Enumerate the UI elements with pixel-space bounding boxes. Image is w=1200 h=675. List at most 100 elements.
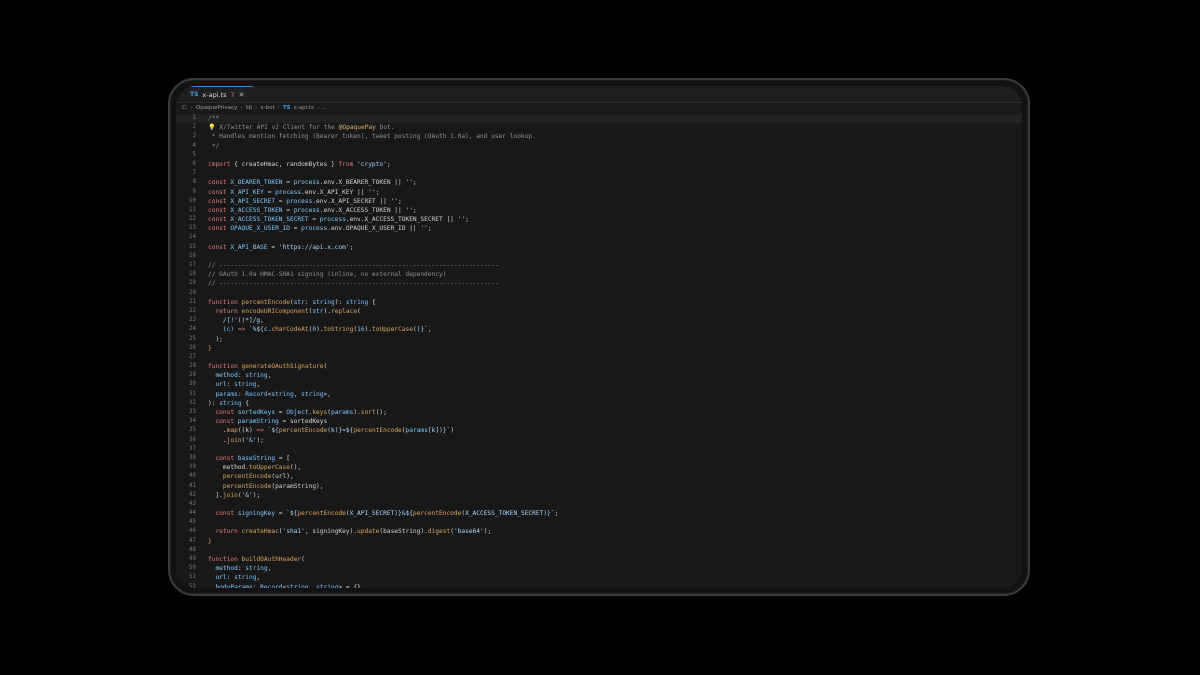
code-token: 'https://api.x.com': [278, 243, 350, 251]
code-line[interactable]: 5: [176, 151, 1022, 160]
breadcrumb-folder[interactable]: lib: [246, 105, 253, 111]
code-token: method: [208, 372, 238, 380]
code-line[interactable]: 4 */: [176, 142, 1022, 151]
code-line[interactable]: 24 (c) => `%${c.charCodeAt(0).toString(1…: [176, 325, 1022, 334]
code-line[interactable]: 34 const paramString = sortedKeys: [176, 417, 1022, 426]
code-token: , signingKey).: [304, 528, 358, 536]
line-number: 10: [189, 197, 196, 204]
code-line[interactable]: 43: [176, 500, 1022, 509]
code-line[interactable]: 27: [176, 353, 1022, 362]
code-line[interactable]: 16: [176, 252, 1022, 261]
code-line[interactable]: 23 /[!'()*]/g,: [176, 316, 1022, 325]
code-line[interactable]: 11 const X_ACCESS_TOKEN = process.env.X_A…: [176, 206, 1022, 215]
breadcrumb-folder[interactable]: x-bot: [260, 105, 274, 111]
code-token: join: [222, 491, 238, 499]
code-line[interactable]: 46 return createHmac('sha1', signingKey)…: [176, 527, 1022, 536]
code-text: method: string,: [208, 564, 271, 573]
code-token: ()}`: [412, 326, 428, 334]
code-token: percentEncode: [412, 510, 462, 518]
code-line[interactable]: 37: [176, 445, 1022, 454]
code-line[interactable]: 13 const OPAQUE_X_USER_ID = process.env.O…: [176, 224, 1022, 233]
code-line[interactable]: 21 function percentEncode(str: string): s…: [176, 298, 1022, 307]
code-line[interactable]: 18 // OAuth 1.0a HMAC-SHA1 signing (inlin…: [176, 270, 1022, 279]
code-token: process: [301, 225, 328, 233]
breadcrumb-drive[interactable]: C:: [182, 105, 188, 111]
breadcrumb-symbol[interactable]: ...: [322, 105, 327, 111]
breadcrumb-folder[interactable]: OpaquePrivacy: [196, 105, 237, 111]
code-line[interactable]: 41 percentEncode(paramString),: [176, 482, 1022, 491]
code-line[interactable]: 52 bodyParams: Record<string, string> = …: [176, 583, 1022, 588]
code-line[interactable]: 30 url: string,: [176, 380, 1022, 389]
breadcrumb-file[interactable]: x-api.ts: [294, 105, 314, 111]
code-line[interactable]: 2 💡 X/Twitter API v2 Client for the @Opaq…: [176, 123, 1022, 132]
code-token: from: [338, 160, 354, 168]
code-line[interactable]: 48: [176, 546, 1022, 555]
line-number: 50: [189, 565, 196, 572]
code-text: // -------------------------------------…: [208, 261, 499, 270]
code-editor[interactable]: 1 /** 2 💡 X/Twitter API v2 Client for the @…: [176, 114, 1022, 588]
code-line[interactable]: 31 params: Record<string, string>,: [176, 390, 1022, 399]
code-token: params: [208, 390, 238, 398]
code-line[interactable]: 38 const baseString = [: [176, 454, 1022, 463]
line-number: 3: [192, 133, 197, 140]
code-line[interactable]: 22 return encodeURIComponent (str).replac…: [176, 307, 1022, 316]
code-line[interactable]: 45: [176, 518, 1022, 527]
code-line[interactable]: 1 /**: [176, 114, 1022, 124]
code-line[interactable]: 7: [176, 169, 1022, 178]
close-icon[interactable]: ✕: [239, 91, 245, 99]
code-line[interactable]: 36 .join('&');: [176, 436, 1022, 445]
code-token: X_API_BASE: [226, 243, 272, 251]
code-line[interactable]: 42 ].join('&');: [176, 491, 1022, 500]
code-token: ):: [334, 298, 346, 306]
code-line[interactable]: 6 import { createHmac, randomBytes } from…: [176, 160, 1022, 169]
code-line[interactable]: 15 const X_API_BASE = 'https://api.x.com'…: [176, 243, 1022, 252]
code-line[interactable]: 9 const X_API_KEY = process.env.X_API_KEY…: [176, 188, 1022, 197]
code-line[interactable]: 49 function buildOAuthHeader(: [176, 555, 1022, 564]
code-token: ;: [412, 206, 417, 214]
code-line[interactable]: 3 * Handles mention fetching (Bearer tok…: [176, 132, 1022, 141]
code-token: toString: [323, 326, 354, 334]
code-line[interactable]: 20: [176, 289, 1022, 298]
code-line[interactable]: 40 percentEncode(url),: [176, 472, 1022, 481]
line-number: 7: [192, 170, 197, 177]
code-line[interactable]: 19 // -----------------------------------…: [176, 279, 1022, 288]
code-token: string: [301, 390, 324, 398]
typescript-icon: TS: [190, 91, 199, 98]
code-text: const paramString = sortedKeys: [208, 417, 327, 426]
code-token: .env.X_API_KEY ||: [301, 188, 369, 196]
code-line[interactable]: 50 method: string,: [176, 564, 1022, 573]
line-number: 11: [189, 206, 196, 213]
code-token: (c): [208, 326, 238, 334]
code-token: ,: [267, 565, 272, 573]
line-number: 49: [189, 556, 196, 562]
code-token: '': [457, 216, 466, 224]
code-line[interactable]: 8 const X_BEARER_TOKEN = process.env.X_BE…: [176, 178, 1022, 187]
code-token: const: [208, 409, 235, 416]
line-number: 6: [192, 160, 197, 167]
code-line[interactable]: 28 function generateOAuthSignature(: [176, 362, 1022, 371]
code-line[interactable]: 44 const signingKey = `${percentEncode(X…: [176, 509, 1022, 518]
code-token: { createHmac, randomBytes }: [230, 160, 339, 168]
code-token: createHmac: [237, 528, 279, 536]
code-line[interactable]: 33 const sortedKeys = Object.keys(params…: [176, 408, 1022, 417]
code-text: /**: [208, 114, 219, 123]
code-line[interactable]: 51 url: string,: [176, 573, 1022, 582]
code-token: // -------------------------------------…: [208, 280, 499, 288]
code-line[interactable]: 29 method: string,: [176, 371, 1022, 380]
code-line[interactable]: 25 );: [176, 335, 1022, 344]
code-line[interactable]: 17 // -----------------------------------…: [176, 261, 1022, 270]
code-text: method.toUpperCase(),: [208, 463, 301, 472]
code-line[interactable]: 47}: [176, 537, 1022, 546]
code-token: .env.X_ACCESS_TOKEN ||: [319, 206, 406, 214]
code-token: X_API_KEY: [226, 188, 268, 196]
code-line[interactable]: 35 .map((k) => `${percentEncode(k)}=${pe…: [176, 426, 1022, 435]
code-line[interactable]: 10 const X_API_SECRET = process.env.X_API…: [176, 197, 1022, 206]
tab-x-api[interactable]: TS x-api.ts 7 ✕: [180, 86, 253, 102]
code-line[interactable]: 39 method.toUpperCase(),: [176, 463, 1022, 472]
code-line[interactable]: 32): string {: [176, 399, 1022, 408]
code-token: (: [301, 556, 305, 563]
code-line[interactable]: 14: [176, 233, 1022, 242]
code-line[interactable]: 12 const X_ACCESS_TOKEN_SECRET = process.…: [176, 215, 1022, 224]
code-token: =>: [256, 427, 268, 435]
code-line[interactable]: 26}: [176, 344, 1022, 353]
